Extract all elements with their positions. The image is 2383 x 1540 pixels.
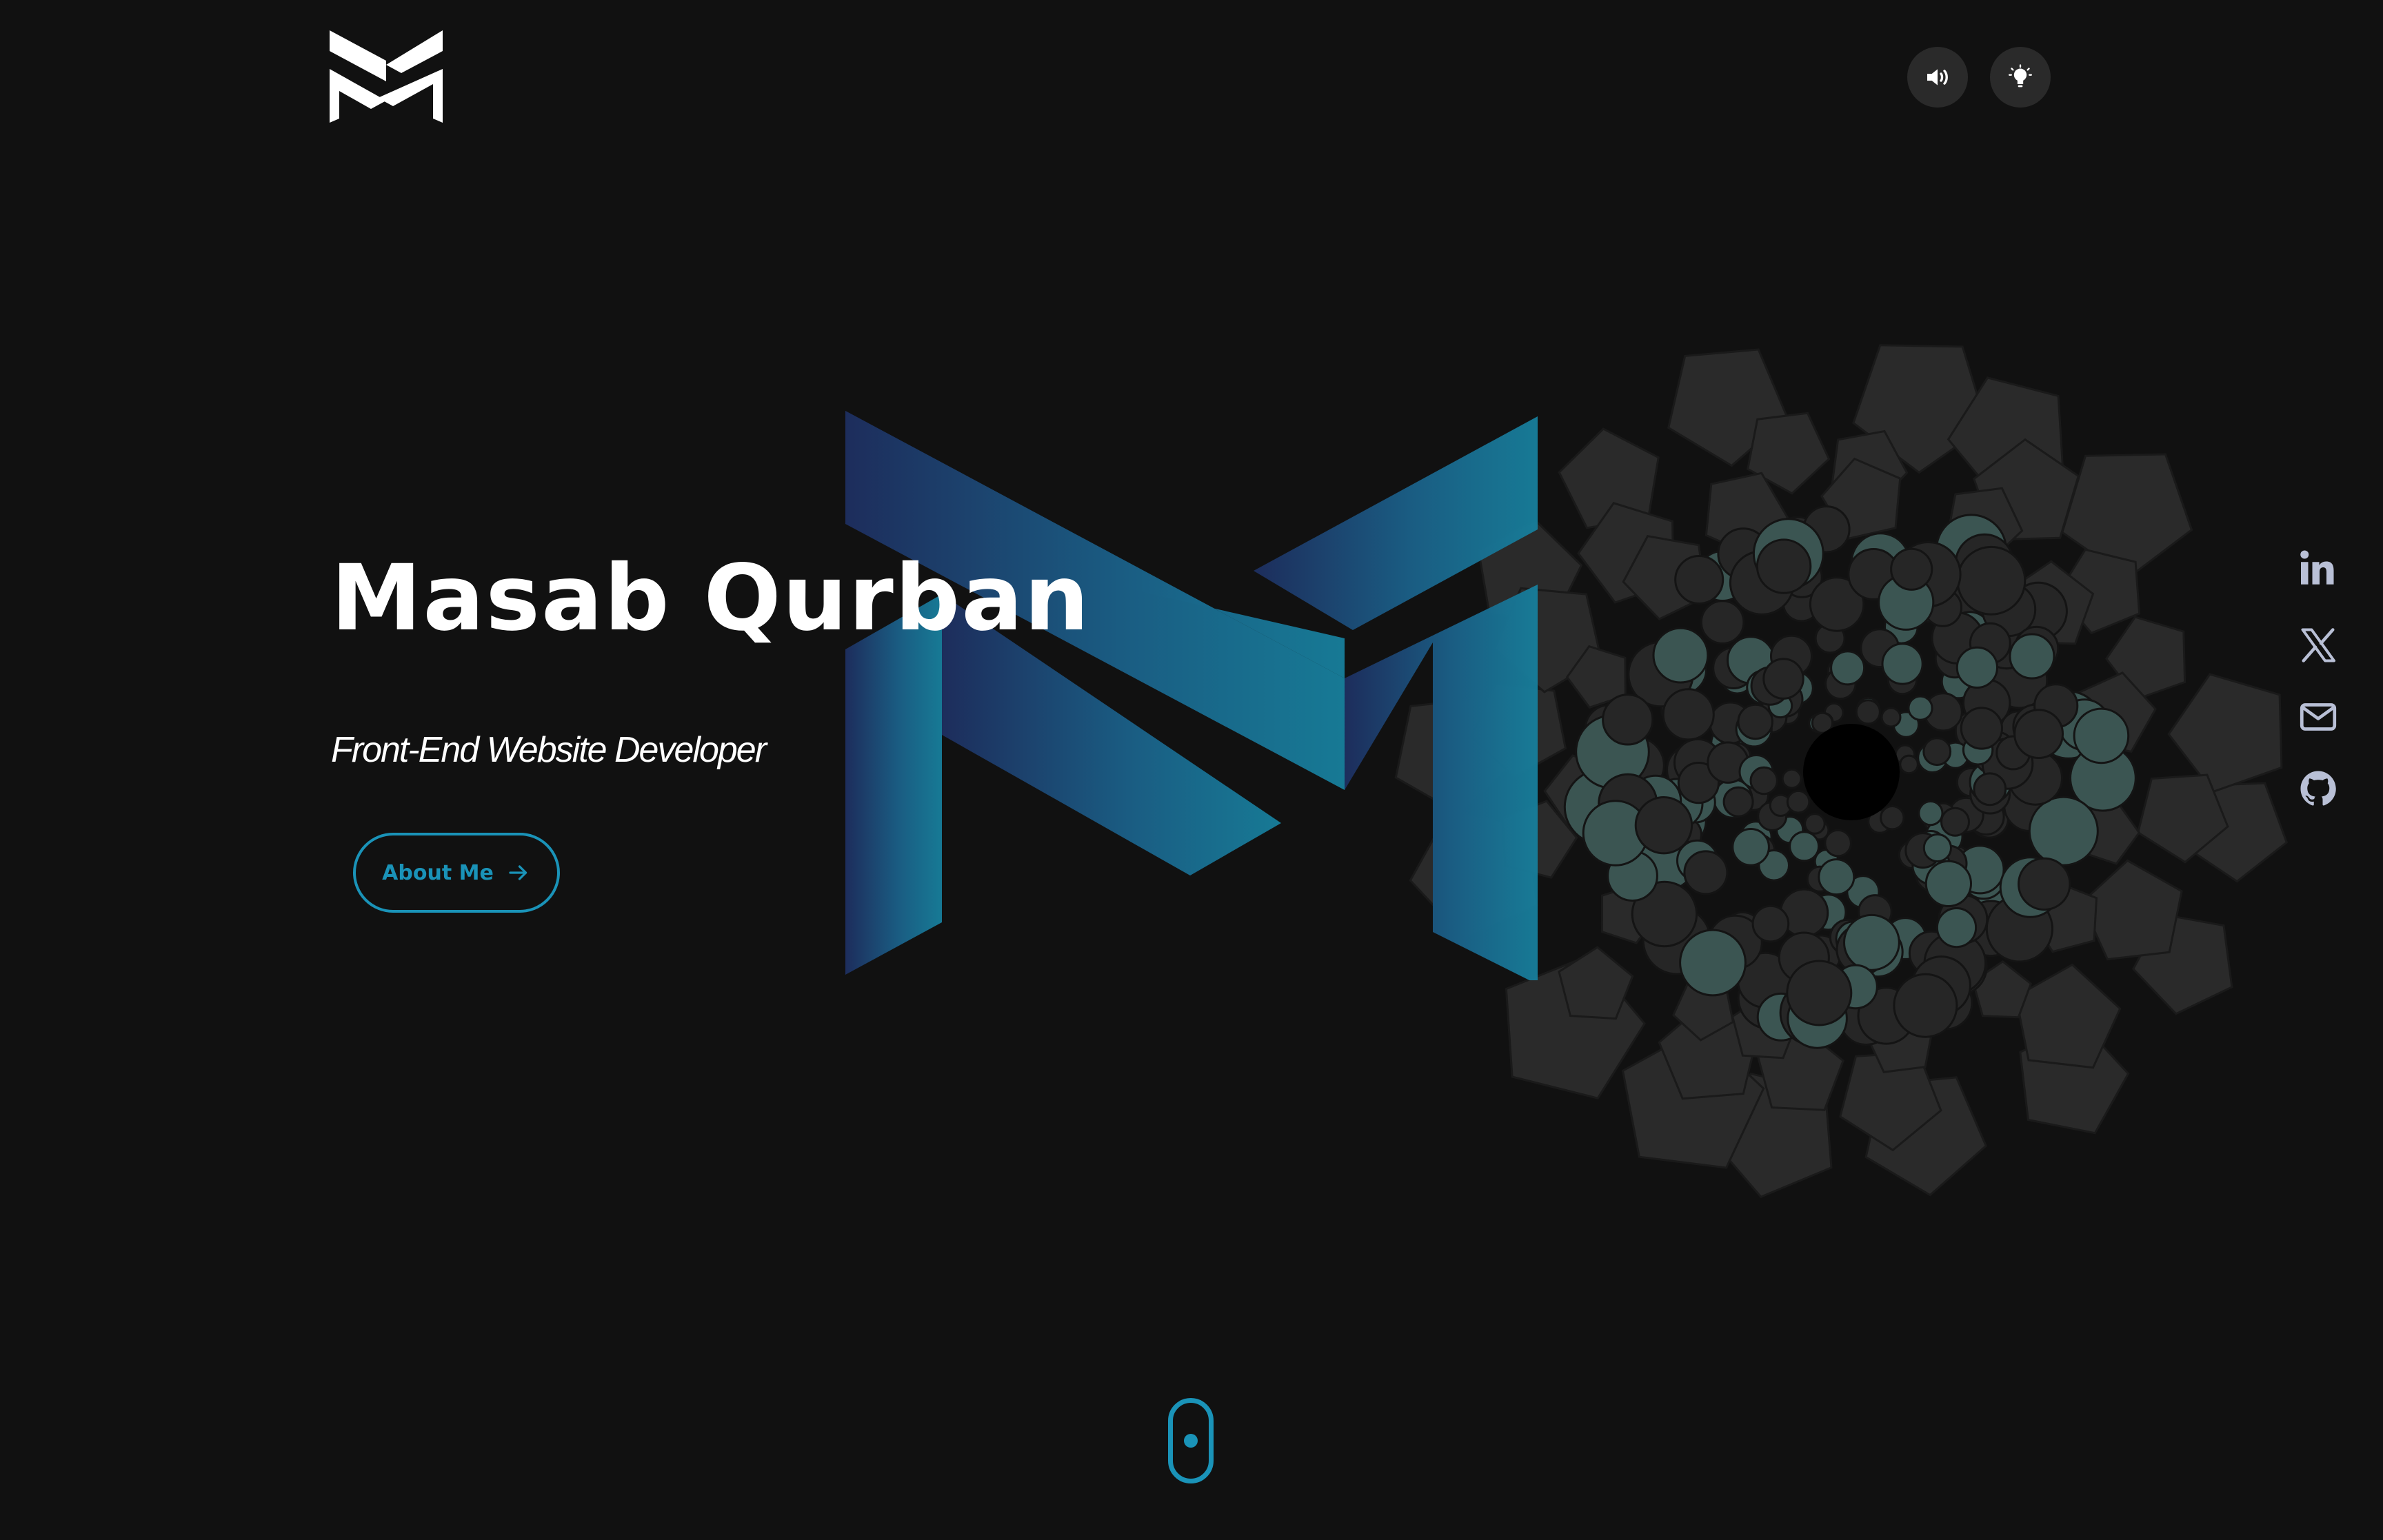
decorative-circle xyxy=(1922,833,1953,863)
decorative-circle xyxy=(1731,828,1770,867)
about-me-label: About Me xyxy=(382,860,494,885)
decorative-pentagon xyxy=(2167,673,2283,793)
decorative-circle xyxy=(1907,695,1933,721)
decorative-circle xyxy=(1899,754,1919,775)
decorative-circle xyxy=(1804,813,1826,835)
vortex-center xyxy=(1803,724,1900,820)
linkedin-icon xyxy=(2300,550,2334,585)
decorative-circle xyxy=(1762,658,1804,700)
speaker-icon xyxy=(1927,69,1948,85)
decorative-circle xyxy=(1940,807,1970,837)
decorative-circle xyxy=(1749,766,1778,796)
email-link[interactable] xyxy=(2296,695,2340,739)
arrow-right-icon xyxy=(509,865,527,880)
decorative-circle xyxy=(1890,547,1933,591)
decorative-circle xyxy=(1924,860,1973,908)
mouse-scroll-icon[interactable] xyxy=(1168,1398,1214,1483)
decorative-circle xyxy=(1893,973,1958,1038)
decorative-circle xyxy=(1722,786,1754,818)
decorative-circle xyxy=(2028,796,2099,867)
decorative-circle xyxy=(1960,707,2004,750)
lightbulb-icon xyxy=(2009,64,2032,88)
hero-role: Front-End Website Developer xyxy=(331,730,767,770)
decorative-circle xyxy=(1786,960,1853,1026)
about-me-button[interactable]: About Me xyxy=(353,833,560,913)
hero-name: Masab Qurban xyxy=(331,545,1091,651)
decorative-circle xyxy=(1674,555,1725,605)
decorative-circle xyxy=(1781,768,1802,789)
decorative-circle xyxy=(1973,772,2007,807)
decorative-circle xyxy=(1662,688,1715,741)
decorative-circle xyxy=(1935,907,1978,949)
decorative-circle xyxy=(1602,693,1654,746)
decorative-circle xyxy=(1843,913,1900,971)
x-icon xyxy=(2301,628,2335,662)
decorative-circle xyxy=(1956,545,2027,616)
decorative-circle xyxy=(1679,929,1747,997)
decorative-circle xyxy=(1855,699,1881,725)
github-link[interactable] xyxy=(2296,767,2340,811)
decorative-circle xyxy=(2013,709,2064,759)
logo-icon[interactable] xyxy=(330,30,443,123)
decorative-circle xyxy=(1955,646,1999,689)
decorative-circle xyxy=(1880,707,1902,728)
decorative-circle xyxy=(1918,800,1944,827)
linkedin-link[interactable] xyxy=(2296,546,2340,590)
hero-logo-icon xyxy=(845,411,1538,980)
mail-icon xyxy=(2300,703,2337,731)
decorative-circle xyxy=(1652,627,1709,684)
decorative-circle xyxy=(1881,642,1924,685)
decorative-circle xyxy=(1880,805,1905,831)
decorative-circle xyxy=(2073,707,2130,764)
decorative-circle xyxy=(1786,789,1811,814)
decorative-circle xyxy=(1824,829,1852,858)
decorative-circle xyxy=(1683,850,1729,895)
decorative-circle xyxy=(1756,538,1812,594)
x-link[interactable] xyxy=(2296,623,2340,667)
decorative-circle xyxy=(2009,633,2055,680)
decorative-circle xyxy=(1751,904,1790,943)
github-icon xyxy=(2300,771,2336,806)
decorative-circle xyxy=(1830,650,1866,686)
scroll-dot xyxy=(1184,1434,1198,1448)
decorative-circle xyxy=(1818,858,1856,896)
decorative-circle xyxy=(1789,831,1820,862)
page: Masab Qurban Front-End Website Developer… xyxy=(0,0,2383,1540)
decorative-circle xyxy=(1737,703,1773,740)
decorative-circle xyxy=(1700,600,1745,645)
sound-toggle-button[interactable] xyxy=(1907,47,1968,108)
decorative-circle xyxy=(1922,737,1952,767)
decorative-circle xyxy=(1634,796,1693,855)
decorative-circle xyxy=(2018,857,2071,911)
theme-toggle-button[interactable] xyxy=(1990,47,2051,108)
